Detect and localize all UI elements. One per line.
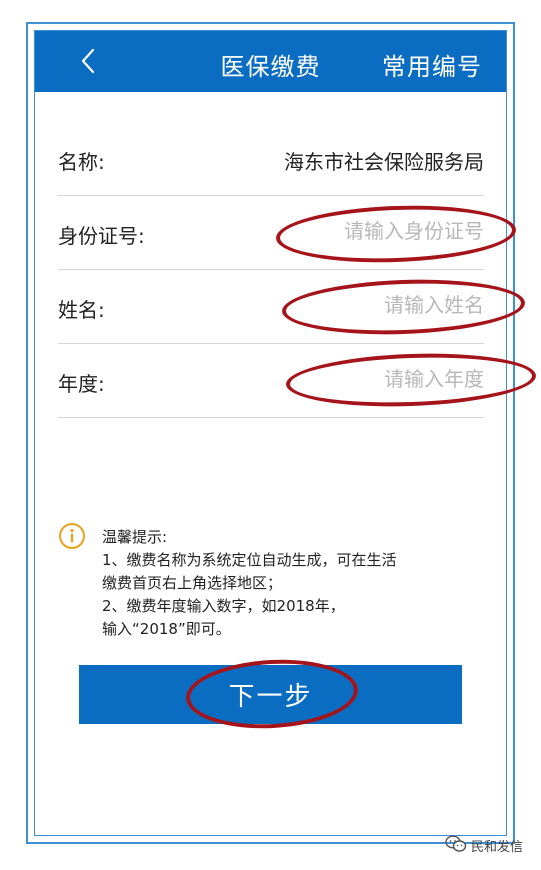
tip-line-2: 缴费首页右上角选择地区； — [102, 574, 283, 592]
app-header: 医保缴费 常用编号 — [35, 31, 506, 92]
id-number-label: 身份证号: — [58, 224, 145, 248]
wechat-icon — [445, 835, 467, 853]
name-label: 名称: — [58, 150, 105, 174]
year-input[interactable] — [244, 362, 484, 396]
tip-line-4: 输入“2018”即可。 — [102, 620, 231, 638]
tip-line-3: 2、缴费年度输入数字，如2018年， — [102, 597, 345, 615]
next-step-button[interactable]: 下一步 — [79, 665, 462, 724]
name-value: 海东市社会保险服务局 — [284, 150, 484, 174]
form-row-id-number: 身份证号: — [58, 196, 484, 270]
form-row-full-name: 姓名: — [58, 270, 484, 344]
form-row-year: 年度: — [58, 344, 484, 418]
tip-text: 温馨提示: 1、缴费名称为系统定位自动生成，可在生活 缴费首页右上角选择地区； … — [102, 526, 482, 641]
tip-line-1: 1、缴费名称为系统定位自动生成，可在生活 — [102, 551, 397, 569]
form-row-name: 名称: 海东市社会保险服务局 — [58, 122, 484, 196]
common-numbers-button[interactable]: 常用编号 — [382, 47, 482, 82]
id-number-input[interactable] — [244, 214, 484, 248]
watermark-text: 民和发信 — [471, 840, 524, 855]
info-circle-icon — [58, 522, 86, 550]
full-name-input[interactable] — [244, 288, 484, 322]
full-name-label: 姓名: — [58, 298, 105, 322]
tip-title: 温馨提示: — [102, 528, 168, 546]
year-label: 年度: — [58, 372, 105, 396]
